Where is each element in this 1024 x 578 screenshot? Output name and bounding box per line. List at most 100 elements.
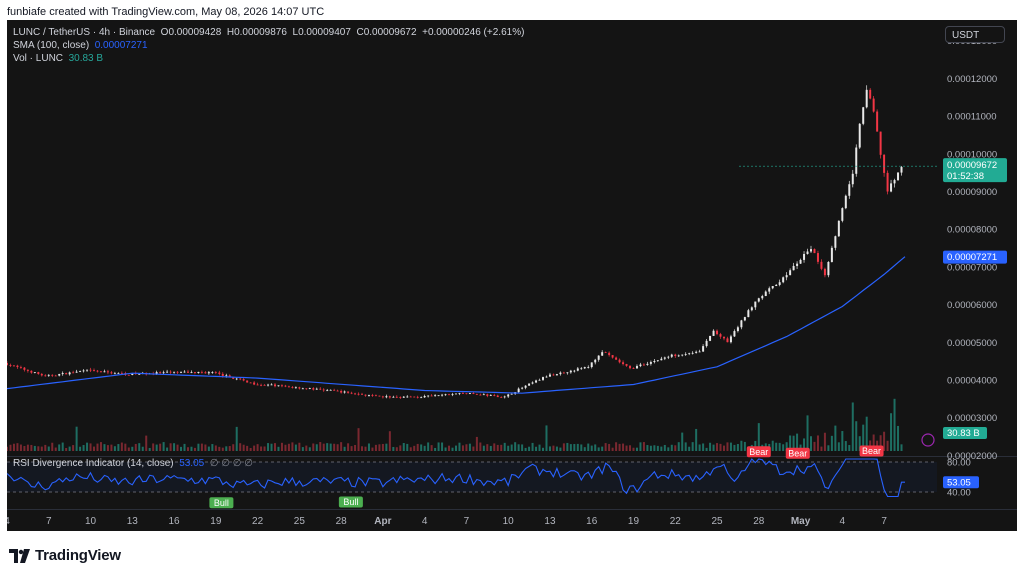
volume-bar bbox=[625, 445, 628, 451]
volume-bar bbox=[406, 443, 409, 451]
candle bbox=[305, 388, 308, 390]
candle-body bbox=[260, 384, 263, 386]
candle bbox=[674, 353, 677, 358]
candle-body bbox=[221, 373, 224, 376]
candle-body bbox=[489, 395, 492, 396]
volume-bar bbox=[319, 442, 322, 451]
candle-body bbox=[225, 375, 228, 377]
volume-bar bbox=[312, 443, 315, 451]
candle-body bbox=[117, 372, 120, 374]
last-price-text: 0.00009672 bbox=[947, 160, 997, 171]
close-value: 0.00009672 bbox=[363, 27, 417, 38]
candle-body bbox=[872, 98, 875, 112]
candle bbox=[684, 352, 687, 356]
candle-body bbox=[274, 384, 277, 387]
volume-bar bbox=[830, 435, 833, 451]
time-axis-label: 4 bbox=[7, 516, 10, 527]
candle bbox=[736, 325, 739, 333]
candle-body bbox=[893, 180, 896, 184]
chart-canvas[interactable]: 80.0040.00BullBullBearBearBearBear0.0001… bbox=[7, 20, 1017, 531]
sma-legend: SMA (100, close) 0.00007271 bbox=[13, 40, 148, 51]
volume-bar bbox=[608, 443, 611, 451]
candle bbox=[566, 372, 569, 375]
volume-bar bbox=[496, 444, 499, 451]
time-axis-label: 4 bbox=[422, 516, 428, 527]
time-axis-label: 16 bbox=[586, 516, 598, 527]
volume-bar bbox=[569, 444, 572, 451]
volume-bar bbox=[110, 444, 113, 451]
candle bbox=[688, 352, 691, 356]
candle bbox=[639, 362, 642, 368]
candle bbox=[374, 394, 377, 397]
candle-body bbox=[667, 356, 670, 358]
candle bbox=[507, 393, 510, 398]
candle bbox=[576, 367, 579, 372]
candle bbox=[270, 383, 273, 386]
volume-bar bbox=[106, 445, 109, 451]
candle-body bbox=[486, 394, 489, 396]
volume-bar bbox=[897, 425, 900, 451]
candle bbox=[580, 367, 583, 370]
candle-body bbox=[830, 247, 833, 262]
candle bbox=[113, 371, 116, 375]
candle bbox=[350, 391, 353, 395]
volume-bar bbox=[260, 446, 263, 451]
time-axis-label: 7 bbox=[46, 516, 52, 527]
volume-bar bbox=[458, 442, 461, 451]
candle-body bbox=[552, 374, 555, 376]
volume-bar bbox=[40, 446, 43, 451]
volume-bar bbox=[841, 431, 844, 451]
candle bbox=[343, 390, 346, 394]
candle-body bbox=[855, 147, 858, 174]
volume-bar bbox=[448, 445, 451, 451]
volume-bar bbox=[221, 447, 224, 451]
candle-body bbox=[218, 372, 221, 374]
candle-body bbox=[138, 373, 141, 375]
candle-body bbox=[810, 249, 813, 252]
candle bbox=[475, 393, 478, 395]
alert-icon bbox=[921, 433, 935, 447]
candle bbox=[274, 382, 277, 388]
volume-bar bbox=[253, 445, 256, 451]
volume-bar bbox=[361, 446, 364, 451]
candle bbox=[37, 371, 40, 375]
volume-bar bbox=[23, 446, 26, 451]
candle-body bbox=[40, 373, 43, 376]
volume-bar bbox=[844, 441, 847, 451]
candle-body bbox=[444, 394, 447, 396]
candle-body bbox=[615, 357, 618, 360]
candle bbox=[340, 389, 343, 394]
candle bbox=[465, 393, 468, 395]
volume-bar bbox=[166, 447, 169, 451]
candle bbox=[604, 351, 607, 353]
candle bbox=[810, 245, 813, 253]
candle bbox=[72, 370, 75, 374]
candle bbox=[594, 358, 597, 365]
candle bbox=[803, 251, 806, 263]
candle-body bbox=[301, 388, 304, 390]
candle-body bbox=[357, 393, 360, 395]
candle-body bbox=[423, 395, 426, 398]
candle-body bbox=[200, 371, 203, 373]
volume-bar bbox=[399, 445, 402, 451]
currency-button[interactable]: USDT bbox=[945, 26, 1005, 43]
volume-bar bbox=[688, 446, 691, 451]
candle-body bbox=[176, 371, 179, 373]
volume-bar bbox=[131, 446, 134, 451]
candle-body bbox=[44, 375, 47, 377]
candle-body bbox=[190, 372, 193, 373]
chart-panel[interactable]: 80.0040.00BullBullBearBearBearBear0.0001… bbox=[7, 20, 1017, 531]
candle-body bbox=[548, 374, 551, 377]
volume-bar bbox=[820, 446, 823, 451]
candle bbox=[813, 248, 816, 254]
candle-body bbox=[750, 307, 753, 311]
candle-body bbox=[656, 360, 659, 362]
candle-body bbox=[336, 390, 339, 392]
candle-body bbox=[635, 366, 638, 369]
volume-label: Vol · LUNC bbox=[13, 53, 64, 64]
candle-body bbox=[722, 336, 725, 339]
volume-bar bbox=[225, 446, 228, 451]
volume-bar bbox=[357, 428, 360, 451]
candle-body bbox=[441, 394, 444, 396]
candle bbox=[691, 351, 694, 355]
